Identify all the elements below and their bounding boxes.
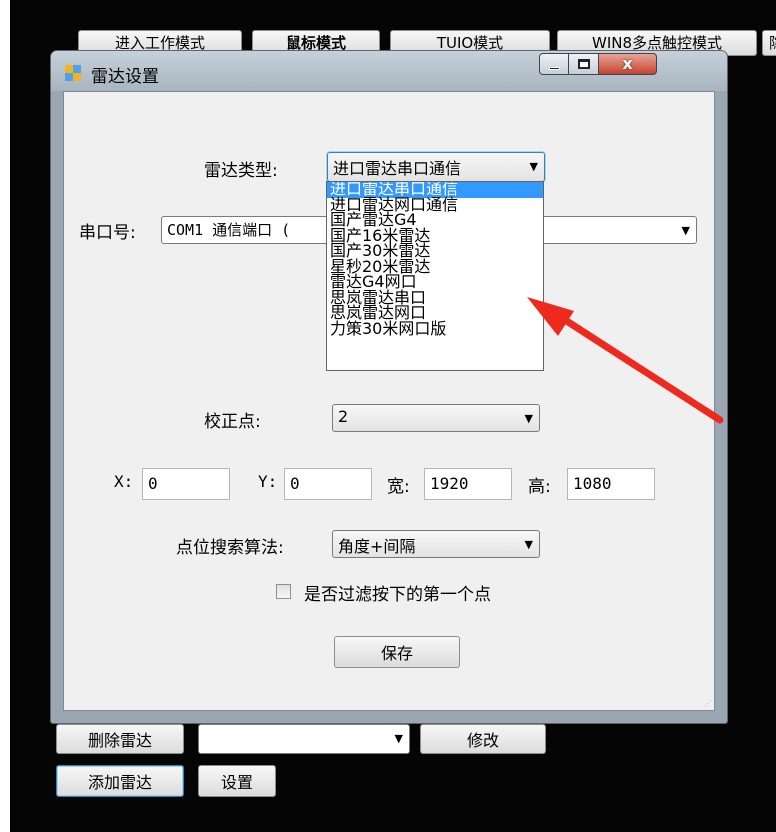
arrow-head	[527, 297, 574, 336]
annotation-arrow-icon	[527, 297, 724, 424]
arrow-shaft	[558, 314, 724, 424]
